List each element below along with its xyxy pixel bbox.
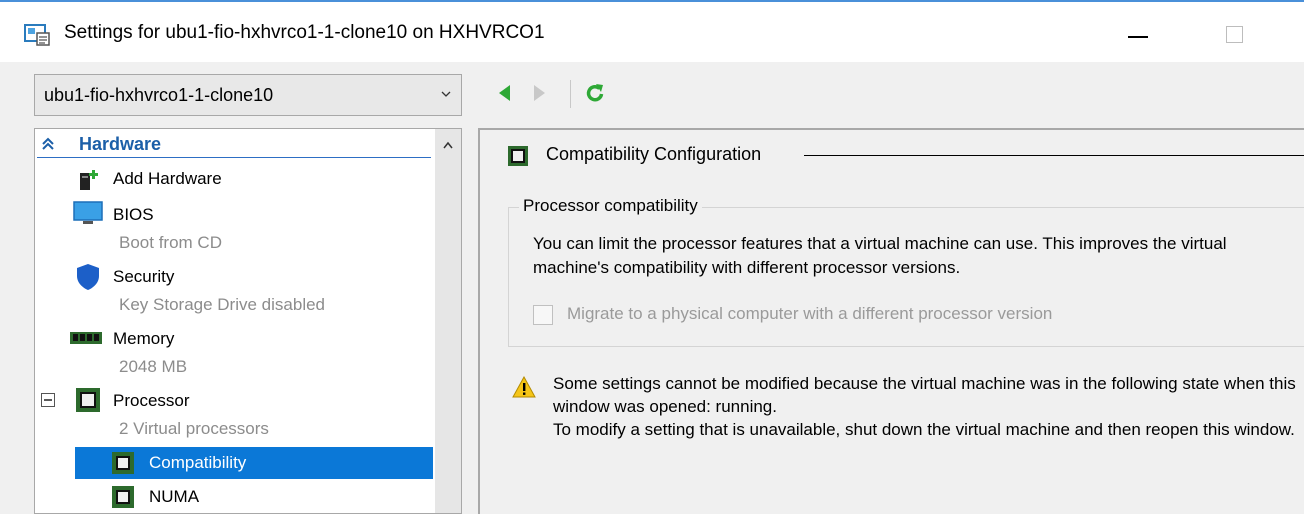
shield-icon — [77, 264, 99, 290]
settings-window-icon — [24, 24, 50, 46]
panel-title: Compatibility Configuration — [546, 144, 762, 164]
group-title: Processor compatibility — [519, 196, 702, 216]
maximize-button[interactable] — [1226, 26, 1243, 43]
warning-line-1: Some settings cannot be modified because… — [553, 374, 1296, 416]
collapse-node-icon[interactable] — [41, 393, 55, 407]
tree-item-label: Security — [113, 267, 175, 286]
migrate-checkbox-label: Migrate to a physical computer with a di… — [567, 304, 1053, 323]
processor-chip-icon — [508, 146, 528, 166]
processor-chip-icon — [112, 452, 134, 474]
warning-message: Some settings cannot be modified because… — [553, 372, 1301, 441]
window-title: Settings for ubu1-fio-hxhvrco1-1-clone10… — [64, 22, 545, 43]
tree-item-detail: 2 Virtual processors — [119, 419, 269, 438]
hardware-section-header[interactable]: Hardware — [37, 131, 431, 158]
back-arrow-icon[interactable] — [494, 82, 516, 104]
tree-item-detail: 2048 MB — [119, 357, 188, 376]
tree-scrollbar[interactable] — [435, 129, 461, 513]
title-divider — [804, 155, 1304, 156]
collapse-section-icon[interactable] — [41, 137, 55, 151]
tree-item-detail: Boot from CD — [119, 233, 222, 252]
tree-item-label: Memory — [113, 329, 175, 348]
tree-item-label: BIOS — [113, 205, 154, 224]
toolbar-separator — [570, 80, 571, 108]
settings-panel: Compatibility Configuration Processor co… — [478, 128, 1304, 514]
warning-line-2: To modify a setting that is unavailable,… — [553, 420, 1295, 439]
hardware-section-label: Hardware — [79, 134, 162, 154]
title-bar: Settings for ubu1-fio-hxhvrco1-1-clone10… — [0, 2, 1304, 62]
bios-monitor-icon — [73, 201, 103, 224]
chevron-up-icon[interactable] — [443, 141, 453, 149]
warning-icon — [512, 376, 536, 398]
processor-chip-icon — [76, 388, 100, 412]
tree-item-label: Add Hardware — [113, 169, 222, 188]
memory-module-icon — [70, 332, 102, 344]
tree-item-detail: Key Storage Drive disabled — [119, 295, 326, 314]
migrate-checkbox[interactable] — [533, 305, 553, 325]
vm-select-value: ubu1-fio-hxhvrco1-1-clone10 — [44, 85, 274, 105]
processor-compatibility-group: Processor compatibility You can limit th… — [508, 196, 1304, 347]
chevron-down-icon — [441, 91, 451, 97]
tree-item-label: Processor — [113, 391, 190, 410]
tree-item-label: NUMA — [149, 487, 200, 506]
group-description: You can limit the processor features tha… — [533, 234, 1227, 277]
refresh-icon[interactable] — [584, 82, 606, 104]
add-hardware-icon — [80, 170, 98, 190]
processor-chip-icon — [112, 486, 134, 508]
minimize-button[interactable] — [1128, 36, 1148, 38]
tree-item-compatibility[interactable]: Compatibility — [75, 447, 433, 479]
hardware-tree: Hardware Add Hardware BIOS Boot from CD … — [34, 128, 462, 514]
vm-select-dropdown[interactable]: ubu1-fio-hxhvrco1-1-clone10 — [34, 74, 462, 116]
forward-arrow-icon[interactable] — [528, 82, 550, 104]
tree-item-label: Compatibility — [149, 453, 247, 472]
